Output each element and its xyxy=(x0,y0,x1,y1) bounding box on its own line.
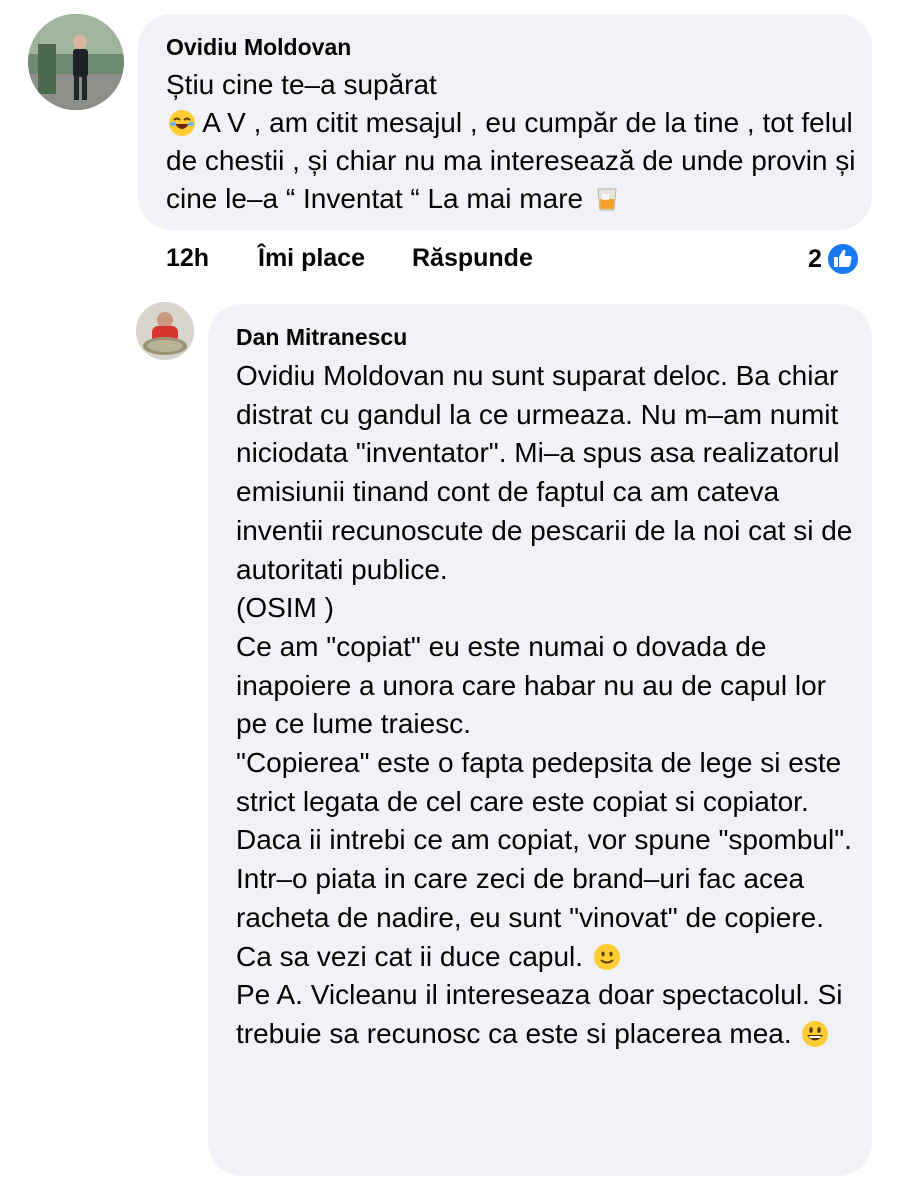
comment-text-part-2: A V , am citit mesajul , eu cumpăr de la… xyxy=(166,107,856,214)
reaction-count: 2 xyxy=(808,244,822,273)
reply-button[interactable]: Răspunde xyxy=(412,244,533,273)
comment-text: Știu cine te–a supărat A V , am citit me… xyxy=(166,66,856,218)
reply-text: Ovidiu Moldovan nu sunt suparat deloc. B… xyxy=(236,357,856,1054)
tumbler-glass-emoji-icon xyxy=(597,188,617,211)
profile-photo-icon xyxy=(28,14,124,110)
rolling-on-floor-laughing-emoji-icon xyxy=(169,110,195,136)
reaction-summary[interactable]: 2 xyxy=(808,240,860,278)
avatar-ovidiu-moldovan[interactable] xyxy=(28,14,124,110)
like-reaction-icon xyxy=(825,242,860,276)
slightly-smiling-face-emoji-icon xyxy=(593,943,620,970)
reply-text-part-1: Ovidiu Moldovan nu sunt suparat deloc. B… xyxy=(236,360,853,972)
reply-text-part-2: Pe A. Vicleanu il intereseaza doar spect… xyxy=(236,979,843,1049)
profile-photo-icon xyxy=(136,302,194,360)
comment-author-name[interactable]: Ovidiu Moldovan xyxy=(166,34,351,61)
like-button[interactable]: Îmi place xyxy=(258,244,365,273)
comment-text-part-1: Știu cine te–a supărat xyxy=(166,69,437,100)
grinning-face-emoji-icon xyxy=(802,1020,829,1047)
avatar-dan-mitranescu[interactable] xyxy=(136,302,194,360)
reply-author-name[interactable]: Dan Mitranescu xyxy=(236,324,407,351)
comment-timestamp[interactable]: 12h xyxy=(166,244,209,273)
